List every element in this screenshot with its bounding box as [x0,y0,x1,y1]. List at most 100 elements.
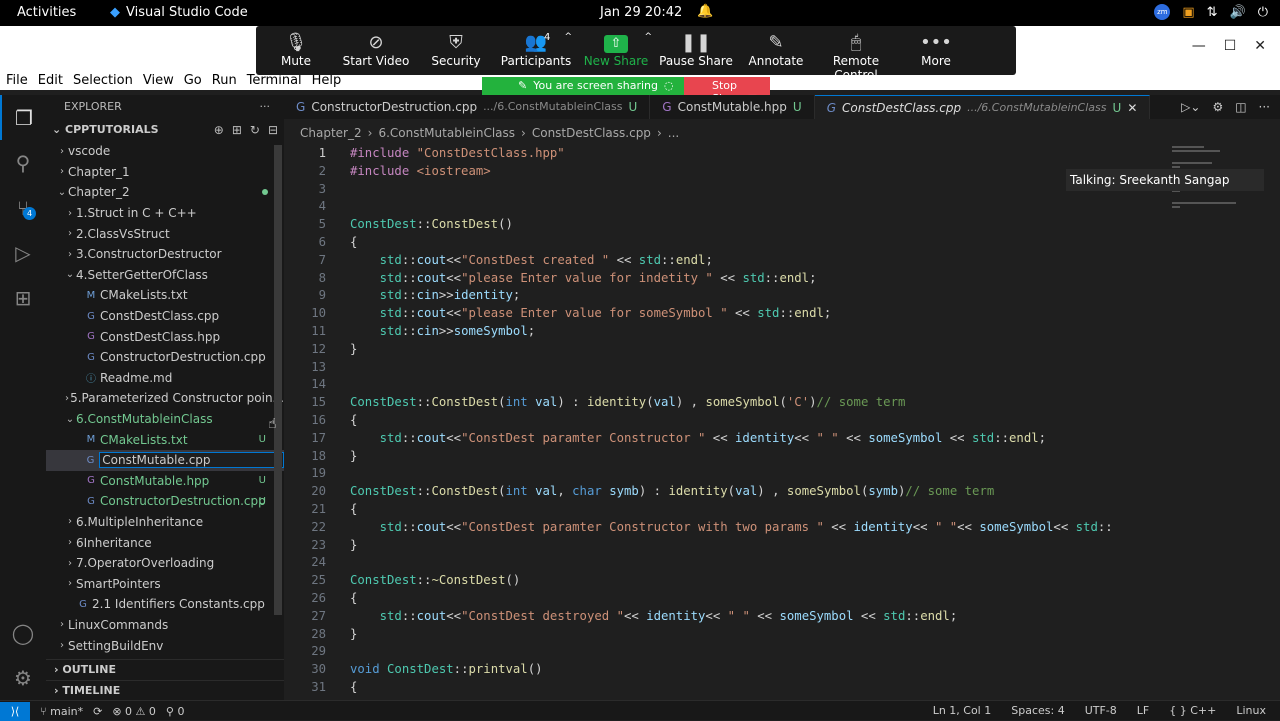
tree-item[interactable]: › 3.ConstructorDestructor [46,244,284,265]
breadcrumb-item[interactable]: 6.ConstMutableinClass [378,126,515,140]
minimap[interactable] [1164,144,1264,700]
collapse-icon[interactable]: ⊟ [268,123,278,141]
mute-button[interactable]: 🎙 Mute [256,26,336,75]
menu-file[interactable]: File [0,73,33,88]
app-menu[interactable]: ◆ Visual Studio Code [110,5,248,20]
code-line[interactable]: ConstDest::ConstDest(int val) : identity… [350,395,905,409]
project-root[interactable]: ⌄ CPPTUTORIALS ⊕ ⊞ ↻ ⊟ [46,119,284,141]
new-folder-icon[interactable]: ⊞ [232,123,242,141]
run-icon[interactable]: ▷⌄ [1181,100,1200,114]
maximize-icon[interactable]: ☐ [1224,38,1237,54]
tree-item[interactable]: › 1.Struct in C + C++ [46,203,284,224]
participants-button[interactable]: 👥 Participants 4 ^ [496,26,576,75]
power-icon[interactable]: ⏻ [1258,5,1268,20]
clock[interactable]: Jan 29 20:42 [600,5,682,20]
code-line[interactable]: { [350,235,357,249]
tree-item[interactable]: › 5.Parameterized Constructor poin... [46,388,284,409]
code-line[interactable]: } [350,342,357,356]
code-editor[interactable]: 1 #include "ConstDestClass.hpp" 2 #include … [284,144,1164,700]
video-button[interactable]: ⊘ Start Video [336,26,416,75]
tab-close-icon[interactable]: ✕ [1127,101,1137,119]
account-icon[interactable]: ◯ [0,610,46,655]
tree-item[interactable]: ⌄ 4.SetterGetterOfClass [46,265,284,286]
tree-item[interactable]: G 2.1 Identifiers Constants.cpp [46,594,284,615]
sidebar-scrollbar[interactable] [274,145,282,615]
tree-item[interactable]: M CMakeLists.txt [46,285,284,306]
code-line[interactable]: #include <iostream> [350,164,491,178]
annotate-button[interactable]: ✎ Annotate [736,26,816,75]
menu-edit[interactable]: Edit [33,73,68,88]
ports-item[interactable]: ⚲ 0 [166,705,185,718]
code-line[interactable]: ConstDest::ConstDest(int val, char symb)… [350,484,994,498]
platform[interactable]: Linux [1236,704,1266,717]
more-actions-icon[interactable]: ··· [260,100,271,119]
code-line[interactable]: std::cin>>someSymbol; [350,324,536,338]
system-tray[interactable]: zm ▣ ⇅ 🔊 ⏻ [1154,4,1268,20]
branch-item[interactable]: ⑂ main* [40,705,83,718]
sync-icon[interactable]: ⟳ [93,705,102,718]
tree-item[interactable]: › SmartPointers [46,573,284,594]
zoom-tray-icon[interactable]: zm [1154,4,1171,20]
menu-selection[interactable]: Selection [68,73,138,88]
pause-button[interactable]: ❚❚ Pause Share [656,26,736,75]
tree-item[interactable]: › LinuxCommands [46,615,284,636]
code-line[interactable]: std::cout<<"please Enter value for someS… [350,306,832,320]
tree-item[interactable]: G ConstDestClass.cpp [46,306,284,327]
settings-gear-icon[interactable]: ⚙ [0,655,46,700]
update-icon[interactable]: ▣ [1182,5,1194,20]
tree-item[interactable]: G ConstDestClass.hpp [46,326,284,347]
timeline-section[interactable]: › TIMELINE [46,680,284,700]
newshare-button[interactable]: ⇧ New Share ^ [576,26,656,75]
code-line[interactable]: ConstDest::~ConstDest() [350,573,520,587]
caret-up-icon[interactable]: ^ [564,32,572,42]
activities-button[interactable]: Activities [17,5,76,20]
tree-item[interactable]: G ConstMutable.hpp U [46,471,284,492]
code-line[interactable]: { [350,413,357,427]
source-control-icon[interactable]: ⑂ 4 [0,185,46,230]
tree-item[interactable]: › 2.ClassVsStruct [46,223,284,244]
search-icon[interactable]: ⚲ [0,140,46,185]
outline-section[interactable]: › OUTLINE [46,659,284,679]
code-line[interactable]: std::cin>>identity; [350,288,521,302]
problems-item[interactable]: ⊗ 0 ⚠ 0 [112,705,156,718]
menu-run[interactable]: Run [207,73,242,88]
tab-constructordestruction-cpp[interactable]: G ConstructorDestruction.cpp .../6.ConstMu… [284,95,651,119]
tree-item[interactable]: G ConstMutable.cpp [46,449,284,471]
caret-up-icon[interactable]: ^ [644,32,652,42]
more-button[interactable]: ••• More [896,26,976,75]
tab-constmutable-hpp[interactable]: G ConstMutable.hpp U [650,95,815,119]
code-line[interactable]: } [350,627,357,641]
line-ending[interactable]: LF [1137,704,1149,717]
tree-item[interactable]: › 6.MultipleInheritance [46,512,284,533]
security-button[interactable]: ⛨ Security [416,26,496,75]
code-line[interactable]: { [350,680,357,694]
cursor-position[interactable]: Ln 1, Col 1 [933,704,992,717]
code-line[interactable]: { [350,591,357,605]
code-line[interactable]: std::cout<<"please Enter value for indet… [350,271,817,285]
code-line[interactable]: std::cout<<"ConstDest created " << std::… [350,253,713,267]
refresh-icon[interactable]: ↻ [250,123,260,141]
code-line[interactable]: #include "ConstDestClass.hpp" [350,146,565,160]
breadcrumb-item[interactable]: ... [668,126,679,140]
tree-item[interactable]: ⌄ Chapter_2 [46,182,284,203]
breadcrumb-item[interactable]: Chapter_2 [300,126,362,140]
minimize-icon[interactable]: — [1192,38,1206,54]
close-window-icon[interactable]: ✕ [1254,38,1266,54]
tree-item[interactable]: › SettingBuildEnv [46,635,284,656]
tree-item[interactable]: G ConstructorDestruction.cpp U [46,491,284,512]
extensions-icon[interactable]: ⊞ [0,275,46,320]
breadcrumb-item[interactable]: ConstDestClass.cpp [532,126,651,140]
run-debug-icon[interactable]: ▷ [0,230,46,275]
code-line[interactable]: void ConstDest::printval() [350,662,543,676]
code-line[interactable]: ConstDest::ConstDest() [350,217,513,231]
code-line[interactable]: } [350,449,357,463]
code-line[interactable]: std::cout<<"ConstDest paramter Construct… [350,431,1046,445]
tab-constdestclass-cpp[interactable]: G ConstDestClass.cpp .../6.ConstMutableinC… [814,95,1151,119]
remote-button[interactable]: 🖱 Remote Control [816,26,896,82]
code-line[interactable]: } [350,538,357,552]
menu-view[interactable]: View [138,73,179,88]
tree-item[interactable]: G ConstructorDestruction.cpp [46,347,284,368]
indentation[interactable]: Spaces: 4 [1011,704,1064,717]
stop-share-button[interactable]: Stop Share ■ [684,77,770,105]
tree-item[interactable]: ⌄ 6.ConstMutableinClass [46,409,284,430]
